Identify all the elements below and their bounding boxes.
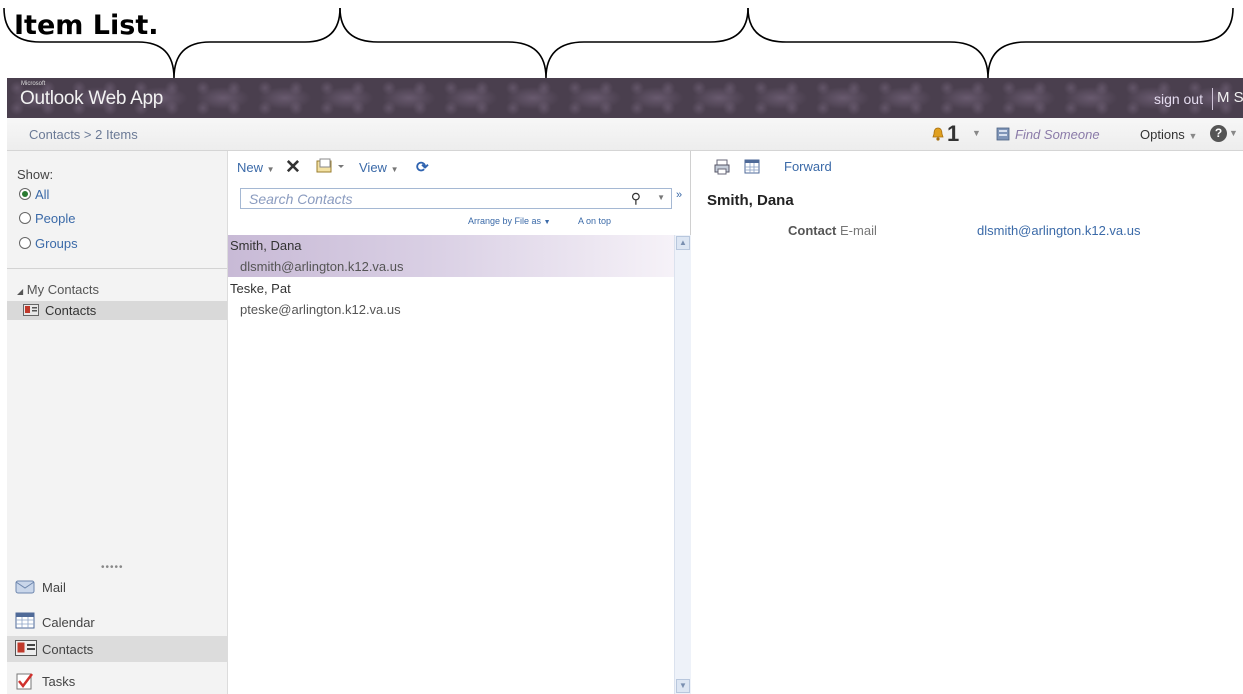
calendar-icon[interactable]	[744, 159, 760, 175]
nav-calendar[interactable]: Calendar	[7, 609, 227, 635]
search-icon[interactable]: ⚲	[631, 190, 641, 207]
nav-calendar-label: Calendar	[42, 615, 95, 630]
contact-card-icon	[23, 304, 39, 316]
brace-left	[3, 7, 341, 79]
nav-mail-label: Mail	[42, 580, 66, 595]
nav-tasks-label: Tasks	[42, 674, 76, 689]
breadcrumb-bar: Contacts > 2 Items 1 ▼ Find Someone Opti…	[7, 118, 1243, 151]
app-header: Microsoft Outlook Web App sign out M S	[7, 78, 1243, 118]
filter-groups-radio[interactable]: Groups	[19, 236, 78, 251]
new-label: New	[237, 160, 264, 175]
chevron-down-icon: ▼	[390, 165, 399, 174]
radio-selected-icon	[19, 188, 31, 200]
scroll-up-icon[interactable]: ▲	[676, 236, 690, 250]
triangle-down-icon: ◢	[17, 287, 24, 296]
delete-icon[interactable]: ✕	[285, 156, 301, 179]
refresh-icon[interactable]: ⟳	[416, 158, 429, 176]
expand-search-icon[interactable]: »	[676, 189, 682, 201]
header-divider	[1212, 88, 1213, 110]
arrange-label: Arrange by File as	[468, 216, 542, 226]
view-menu[interactable]: View ▼	[359, 160, 399, 175]
brand-small: Microsoft	[21, 81, 46, 87]
contact-display-name: Smith, Dana	[707, 192, 794, 209]
field-label: Contact E-mail	[788, 223, 877, 238]
filter-all-radio[interactable]: All	[19, 187, 49, 202]
my-contacts-label: My Contacts	[26, 282, 100, 297]
folder-label: Contacts	[45, 303, 97, 318]
contact-name: Smith, Dana	[230, 238, 302, 253]
app-logo[interactable]: Outlook Web App	[20, 88, 163, 110]
contact-list: Smith, Dana dlsmith@arlington.k12.va.us …	[228, 235, 674, 694]
calendar-icon	[15, 612, 35, 629]
options-label: Options	[1140, 127, 1185, 142]
reading-pane: Forward Smith, Dana Contact E-mail dlsmi…	[691, 151, 1243, 694]
brace-middle	[339, 7, 749, 79]
scroll-down-icon[interactable]: ▼	[676, 679, 690, 693]
nav-contacts[interactable]: Contacts	[7, 636, 227, 662]
search-input[interactable]	[247, 189, 611, 208]
sidebar-item-contacts-folder[interactable]: Contacts	[7, 301, 227, 320]
arrange-by-menu[interactable]: Arrange by File as ▼	[468, 216, 551, 226]
view-label: View	[359, 160, 387, 175]
reminder-bell-icon[interactable]	[931, 127, 945, 141]
filter-groups-label: Groups	[35, 236, 78, 251]
field-label-bold: Contact	[788, 223, 837, 238]
search-box: ⚲ ▼	[240, 188, 672, 209]
mail-icon	[15, 580, 35, 594]
annotation-braces	[3, 7, 1234, 79]
filter-people-radio[interactable]: People	[19, 211, 75, 226]
contact-email: dlsmith@arlington.k12.va.us	[240, 259, 404, 274]
print-icon[interactable]	[714, 159, 730, 175]
new-button[interactable]: New ▼	[237, 160, 275, 175]
radio-icon	[19, 237, 31, 249]
forward-button[interactable]: Forward	[784, 159, 832, 174]
nav-tasks[interactable]: Tasks	[7, 668, 227, 694]
sign-out-link[interactable]: sign out	[1154, 91, 1203, 107]
user-name[interactable]: M S	[1217, 89, 1243, 106]
resize-handle[interactable]: •••••	[101, 562, 124, 573]
list-scrollbar[interactable]: ▲ ▼	[674, 235, 691, 694]
chevron-down-icon: ▼	[266, 165, 275, 174]
chevron-down-icon: ▼	[543, 219, 551, 226]
reminder-count[interactable]: 1	[947, 121, 959, 147]
filter-people-label: People	[35, 211, 76, 226]
address-book-icon[interactable]	[996, 127, 1011, 141]
list-item[interactable]: Smith, Dana dlsmith@arlington.k12.va.us	[228, 235, 674, 277]
find-someone-link[interactable]: Find Someone	[1015, 127, 1100, 142]
contact-email-link[interactable]: dlsmith@arlington.k12.va.us	[977, 223, 1141, 238]
tasks-icon	[16, 673, 33, 690]
nav-mail[interactable]: Mail	[7, 574, 227, 600]
show-label: Show:	[17, 167, 54, 182]
contact-name: Teske, Pat	[230, 281, 291, 296]
sort-order-toggle[interactable]: A on top	[578, 216, 611, 226]
item-list-pane: New ▼ ✕ View ▼ ⟳ ⚲ ▼ » Arrange by File a…	[228, 151, 691, 694]
contact-email: pteske@arlington.k12.va.us	[240, 302, 401, 317]
field-label-type: E-mail	[840, 223, 877, 238]
move-to-folder-icon[interactable]	[316, 158, 346, 174]
chevron-down-icon[interactable]: ▼	[1229, 128, 1238, 138]
filter-all-label: All	[35, 187, 50, 202]
contacts-icon	[15, 640, 37, 656]
breadcrumb: Contacts > 2 Items	[29, 127, 138, 142]
chevron-down-icon[interactable]: ▼	[657, 193, 665, 202]
nav-contacts-label: Contacts	[42, 642, 94, 657]
chevron-down-icon: ▼	[1188, 131, 1198, 141]
left-navigation: Show: All People Groups ◢ My Contacts Co…	[7, 151, 228, 694]
divider	[7, 268, 227, 269]
options-menu[interactable]: Options ▼	[1140, 127, 1197, 142]
chevron-down-icon[interactable]: ▼	[972, 128, 981, 138]
brace-right	[747, 7, 1234, 79]
list-item[interactable]: Teske, Pat pteske@arlington.k12.va.us	[228, 281, 674, 323]
my-contacts-group[interactable]: ◢ My Contacts	[17, 282, 99, 297]
radio-icon	[19, 212, 31, 224]
help-icon[interactable]: ?	[1210, 125, 1227, 142]
